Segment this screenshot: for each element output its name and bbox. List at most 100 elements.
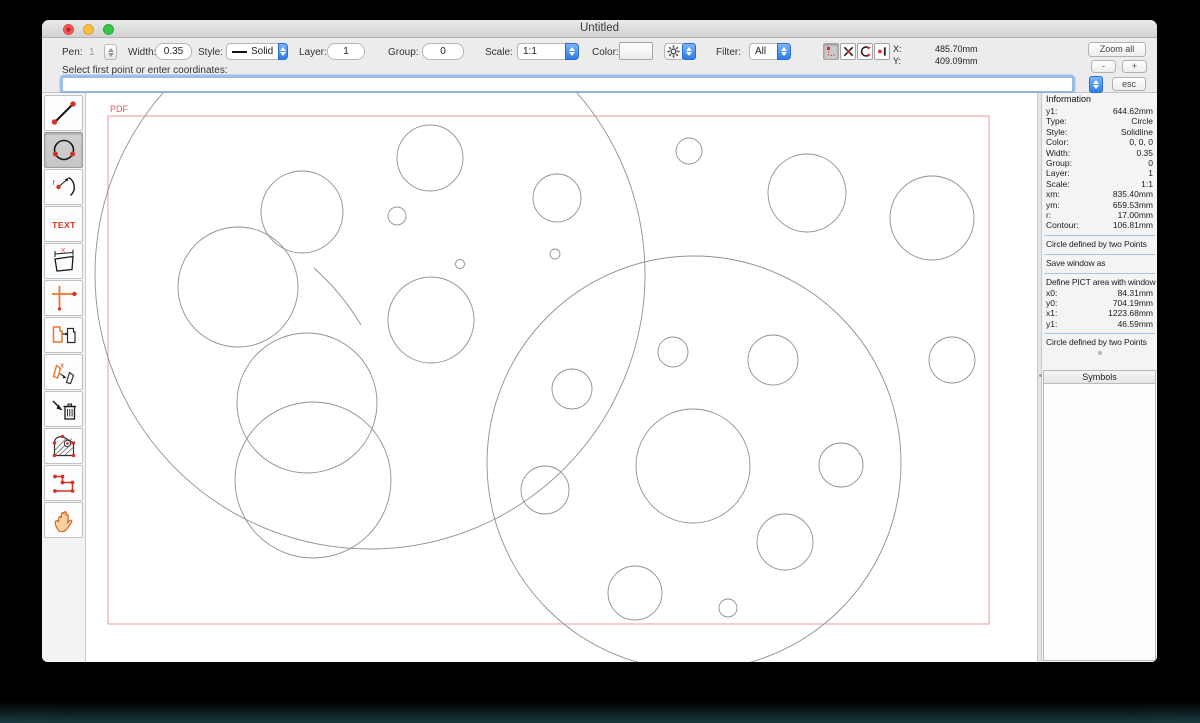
- circle-entity[interactable]: [552, 369, 592, 409]
- circle-entity[interactable]: [890, 176, 974, 260]
- titlebar[interactable]: Untitled: [42, 20, 1157, 38]
- info-row: xm:835.40mm: [1042, 189, 1157, 199]
- coordinate-input[interactable]: [62, 77, 1073, 92]
- drawing-svg[interactable]: PDF: [86, 93, 1037, 662]
- circle-entity[interactable]: [757, 514, 813, 570]
- tool-pan[interactable]: [44, 502, 83, 538]
- filter-select[interactable]: All: [749, 43, 791, 60]
- svg-text:X: X: [61, 248, 66, 255]
- divider: [1044, 235, 1155, 236]
- pen-stepper[interactable]: [104, 44, 117, 60]
- action-circle-two-points-2[interactable]: Circle defined by two Points: [1042, 337, 1157, 348]
- zoom-in-button[interactable]: +: [1122, 60, 1147, 73]
- circle-entity[interactable]: [768, 154, 846, 232]
- circle-entity[interactable]: [388, 277, 474, 363]
- tool-polyline[interactable]: [44, 465, 83, 501]
- snap-point-button[interactable]: [823, 43, 839, 60]
- info-row: Width:0.35: [1042, 148, 1157, 158]
- snap-center-button[interactable]: [857, 43, 873, 60]
- circle-entity[interactable]: [929, 337, 975, 383]
- zoom-out-button[interactable]: -: [1091, 60, 1116, 73]
- center-c-icon: [859, 45, 872, 58]
- pdf-label: PDF: [110, 104, 129, 114]
- tool-delete[interactable]: [44, 391, 83, 427]
- circle-entity[interactable]: [178, 227, 298, 347]
- desktop: Untitled Pen: 1 Width: 0.35 Style: Solid…: [0, 0, 1200, 723]
- tool-line[interactable]: [44, 95, 83, 131]
- info-row: ym:659.53mm: [1042, 200, 1157, 210]
- x-readout-label: X:: [893, 44, 902, 54]
- tool-circle[interactable]: [44, 132, 83, 168]
- tool-palette: r TEXT X: [42, 93, 86, 662]
- snap-endpoint-button[interactable]: [874, 43, 890, 60]
- info-row: Type:Circle: [1042, 116, 1157, 126]
- layer-field[interactable]: 1: [327, 43, 365, 60]
- pict-row: x1:1223.68mm: [1042, 308, 1157, 318]
- scale-select[interactable]: 1:1: [517, 43, 579, 60]
- hatch-icon: [49, 431, 79, 461]
- circle-entity[interactable]: [521, 466, 569, 514]
- color-label: Color:: [592, 47, 619, 58]
- info-header: Information: [1042, 93, 1157, 106]
- circle-entity[interactable]: [819, 443, 863, 487]
- circle-entity[interactable]: [388, 207, 406, 225]
- drawing-canvas[interactable]: PDF: [86, 93, 1037, 662]
- dimension-icon: X: [49, 246, 79, 276]
- info-panel: Information y1:644.62mm Type:Circle Styl…: [1042, 93, 1157, 662]
- circle-entity[interactable]: [719, 599, 737, 617]
- arc-entity[interactable]: [314, 268, 361, 325]
- symbols-header[interactable]: Symbols: [1044, 371, 1155, 384]
- tool-text[interactable]: TEXT: [44, 206, 83, 242]
- history-stepper[interactable]: [1089, 76, 1103, 93]
- style-select[interactable]: Solid: [226, 43, 288, 60]
- tool-copy[interactable]: [44, 317, 83, 353]
- circle-entity[interactable]: [658, 337, 688, 367]
- action-save-window-as[interactable]: Save window as: [1042, 258, 1157, 269]
- tool-hatch[interactable]: [44, 428, 83, 464]
- circle-entity[interactable]: [261, 171, 343, 253]
- info-row: Style:Solidline: [1042, 127, 1157, 137]
- circle-entity[interactable]: [608, 566, 662, 620]
- text-icon: TEXT: [47, 209, 81, 239]
- action-circle-two-points-1[interactable]: Circle defined by two Points: [1042, 239, 1157, 250]
- width-field[interactable]: 0.35: [155, 43, 192, 60]
- circle-entity[interactable]: [237, 333, 377, 473]
- color-well[interactable]: [619, 42, 653, 60]
- info-row: Layer:1: [1042, 168, 1157, 178]
- info-row: Group:0: [1042, 158, 1157, 168]
- circle-entity[interactable]: [397, 125, 463, 191]
- tool-dimension[interactable]: X: [44, 243, 83, 279]
- esc-button[interactable]: esc: [1112, 77, 1146, 91]
- circle-entity[interactable]: [95, 93, 645, 549]
- circle-entity[interactable]: [487, 256, 901, 662]
- circle-entity[interactable]: [456, 260, 465, 269]
- circle-entity[interactable]: [676, 138, 702, 164]
- circle-entity[interactable]: [636, 409, 750, 523]
- info-row: Scale:1:1: [1042, 179, 1157, 189]
- window-title: Untitled: [42, 22, 1157, 34]
- settings-button[interactable]: [664, 43, 683, 60]
- info-row: y1:644.62mm: [1042, 106, 1157, 116]
- delete-icon: [49, 394, 79, 424]
- snap-intersection-button[interactable]: [840, 43, 856, 60]
- circle-entity[interactable]: [748, 335, 798, 385]
- circle-icon: [49, 135, 79, 165]
- tool-arc[interactable]: r: [44, 169, 83, 205]
- pict-row: y0:704.19mm: [1042, 298, 1157, 308]
- divider: [1044, 254, 1155, 255]
- tool-axes[interactable]: [44, 280, 83, 316]
- zoom-all-button[interactable]: Zoom all: [1088, 42, 1146, 57]
- pen-value: 1: [89, 47, 95, 58]
- circle-entity[interactable]: [533, 174, 581, 222]
- group-label: Group:: [388, 47, 419, 58]
- settings-stepper[interactable]: [682, 43, 696, 60]
- app-window: Untitled Pen: 1 Width: 0.35 Style: Solid…: [42, 20, 1157, 662]
- replace-icon: x: [49, 357, 79, 387]
- svg-text:TEXT: TEXT: [52, 220, 76, 230]
- section-splitter-knob-icon[interactable]: [1098, 351, 1102, 355]
- circle-entity[interactable]: [550, 249, 560, 259]
- tool-replace[interactable]: x: [44, 354, 83, 390]
- circle-entity[interactable]: [235, 402, 391, 558]
- group-field[interactable]: 0: [422, 43, 464, 60]
- pict-area-header[interactable]: Define PICT area with window: [1042, 277, 1157, 288]
